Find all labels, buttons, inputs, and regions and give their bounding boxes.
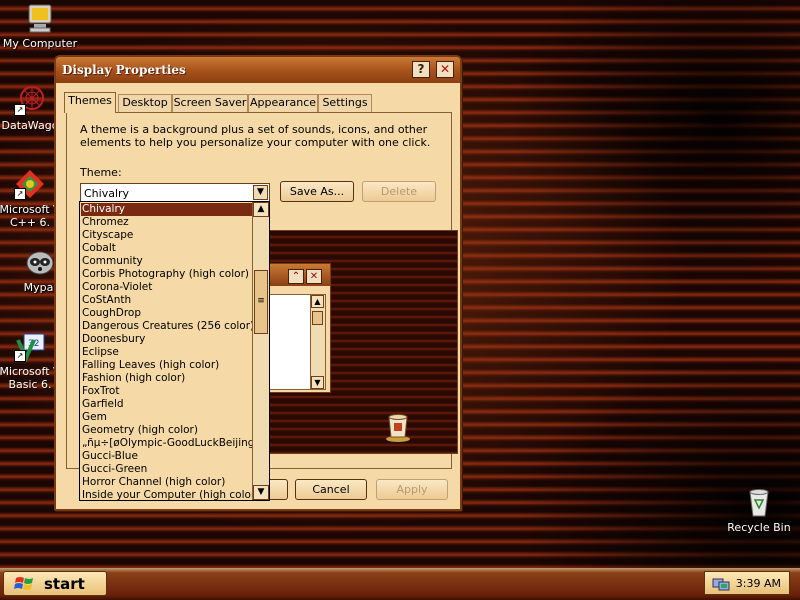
preview-content: ▲ ▼: [262, 294, 326, 390]
chevron-up-icon: ▲: [311, 295, 324, 308]
help-button[interactable]: ?: [412, 61, 430, 78]
tab-settings[interactable]: Settings: [318, 94, 372, 112]
themes-description: A theme is a background plus a set of so…: [80, 123, 431, 149]
tab-desktop[interactable]: Desktop: [118, 94, 172, 112]
shortcut-arrow-icon: ↗: [14, 188, 26, 200]
list-item[interactable]: Geometry (high color): [81, 424, 254, 437]
scroll-thumb[interactable]: ≡: [254, 270, 268, 334]
windows-logo-icon: [14, 575, 36, 593]
list-item[interactable]: Corbis Photography (high color): [81, 268, 254, 281]
chevron-down-icon[interactable]: ▼: [253, 485, 269, 500]
list-scrollbar[interactable]: ▲ ≡ ▼: [252, 202, 269, 500]
desktop-icon-label: My Computer: [2, 37, 78, 50]
theme-dropdown-list[interactable]: Chivalry Chromez Cityscape Cobalt Commun…: [79, 201, 270, 501]
close-icon: ✕: [306, 269, 322, 284]
recycle-bin-icon: [743, 486, 775, 518]
desktop-icon-label: Recycle Bin: [727, 521, 791, 534]
list-item[interactable]: CoughDrop: [81, 307, 254, 320]
preview-scrollbar: ▲ ▼: [310, 295, 325, 389]
chevron-up-icon[interactable]: ▲: [253, 202, 269, 217]
raccoon-icon: [24, 246, 56, 278]
list-item[interactable]: Gucci-Green: [81, 463, 254, 476]
list-item[interactable]: Chromez: [81, 216, 254, 229]
list-item[interactable]: Dangerous Creatures (256 color): [81, 320, 254, 333]
shortcut-arrow-icon: ↗: [14, 350, 26, 362]
list-item[interactable]: Cityscape: [81, 229, 254, 242]
theme-select-value: Chivalry: [84, 187, 130, 200]
list-item[interactable]: Community: [81, 255, 254, 268]
list-item[interactable]: Gem: [81, 411, 254, 424]
delete-button[interactable]: Delete: [362, 181, 436, 202]
window-titlebar[interactable]: Display Properties ? ✕: [56, 57, 460, 83]
clock[interactable]: 3:39 AM: [736, 577, 781, 590]
visual-cpp-icon: ↗: [14, 168, 46, 200]
list-item[interactable]: „ñµ÷[øOlympic-GoodLuckBeijing: [81, 437, 254, 450]
scroll-thumb: [312, 311, 323, 325]
system-tray: 3:39 AM: [704, 571, 790, 595]
list-item[interactable]: Garfield: [81, 398, 254, 411]
chevron-down-icon: ▼: [311, 376, 324, 389]
network-icon[interactable]: [712, 576, 730, 592]
list-item[interactable]: Inside your Computer (high color): [81, 489, 259, 500]
desktop-icon-my-computer[interactable]: My Computer: [0, 2, 80, 50]
cancel-button[interactable]: Cancel: [295, 479, 367, 500]
list-item[interactable]: Eclipse: [81, 346, 254, 359]
spider-web-icon: ↗: [14, 84, 46, 116]
list-item[interactable]: Falling Leaves (high color): [81, 359, 254, 372]
list-item[interactable]: Cobalt: [81, 242, 254, 255]
maximize-icon: ⌃: [288, 269, 304, 284]
close-icon: ✕: [439, 62, 451, 76]
chevron-down-icon[interactable]: ▼: [253, 185, 268, 200]
help-icon: ?: [417, 62, 425, 76]
desktop-icon-recycle-bin[interactable]: Recycle Bin: [719, 486, 799, 534]
theme-label: Theme:: [80, 166, 122, 179]
start-label: start: [44, 575, 85, 593]
shortcut-arrow-icon: ↗: [14, 104, 26, 116]
window-title: Display Properties: [62, 63, 186, 77]
tab-themes[interactable]: Themes: [64, 92, 116, 113]
visual-basic-icon: 32 ↗: [14, 330, 46, 363]
list-item[interactable]: Corona-Violet: [81, 281, 254, 294]
list-item[interactable]: Horror Channel (high color): [81, 476, 254, 489]
list-item[interactable]: FoxTrot: [81, 385, 254, 398]
list-item[interactable]: Doonesbury: [81, 333, 254, 346]
theme-select[interactable]: Chivalry ▼: [80, 183, 270, 202]
list-item[interactable]: Gucci-Blue: [81, 450, 254, 463]
taskbar: start 3:39 AM: [0, 568, 800, 600]
start-button[interactable]: start: [3, 571, 107, 596]
list-item[interactable]: CoStAnth: [81, 294, 254, 307]
list-item[interactable]: Chivalry: [81, 203, 254, 216]
computer-icon: [24, 2, 56, 34]
close-button[interactable]: ✕: [436, 61, 454, 78]
tab-appearance[interactable]: Appearance: [248, 94, 318, 112]
save-as-button[interactable]: Save As...: [280, 181, 354, 202]
list-item[interactable]: Fashion (high color): [81, 372, 254, 385]
tab-screen-saver[interactable]: Screen Saver: [172, 94, 248, 112]
recycle-bin-preview-icon: [381, 409, 415, 443]
apply-button[interactable]: Apply: [376, 479, 448, 500]
